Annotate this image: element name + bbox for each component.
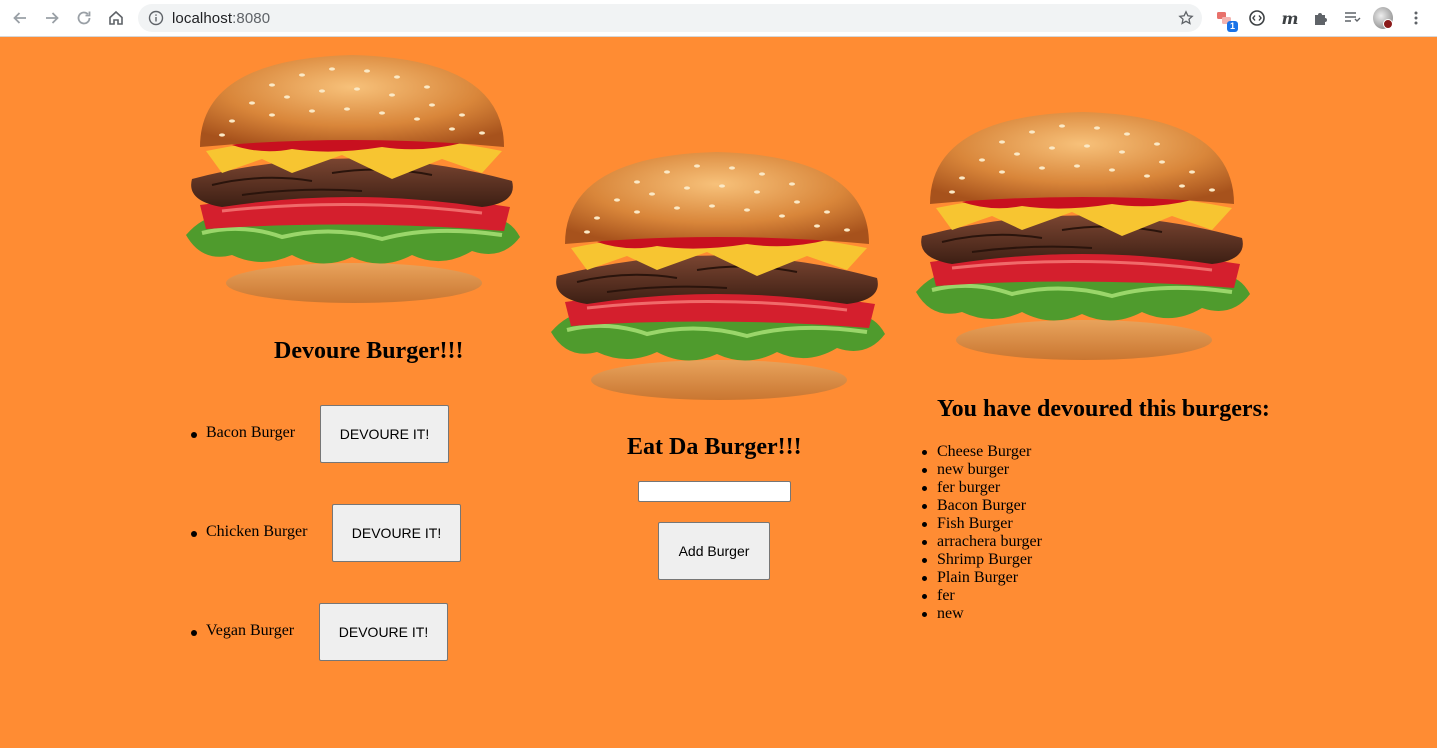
list-item: Shrimp Burger [920, 551, 1042, 569]
m-extension-icon[interactable]: m [1280, 8, 1300, 28]
list-item: arrachera burger [920, 533, 1042, 551]
list-item: fer [920, 587, 1042, 605]
list-bullet [191, 531, 197, 537]
eat-burger-heading: Eat Da Burger!!! [627, 434, 802, 460]
devour-button[interactable]: DEVOURE IT! [332, 504, 461, 562]
bookmark-star-icon[interactable] [1178, 10, 1194, 26]
home-icon[interactable] [104, 6, 128, 30]
list-item: new burger [920, 461, 1042, 479]
list-item: Vegan Burger DEVOURE IT! [182, 603, 482, 661]
back-icon[interactable] [8, 6, 32, 30]
address-bar[interactable]: localhost:8080 [138, 4, 1202, 32]
devour-heading: Devoure Burger!!! [274, 338, 464, 364]
list-bullet [191, 630, 197, 636]
tab-manager-extension-icon[interactable]: 1 [1214, 8, 1238, 32]
extensions-puzzle-icon[interactable] [1310, 8, 1330, 28]
kebab-menu-icon[interactable] [1406, 8, 1426, 28]
forward-icon[interactable] [40, 6, 64, 30]
avatar [1373, 7, 1393, 29]
list-item: fer burger [920, 479, 1042, 497]
burger-image-center [547, 152, 887, 402]
list-item: Fish Burger [920, 515, 1042, 533]
list-item: Cheese Burger [920, 443, 1042, 461]
url-port: :8080 [232, 10, 271, 27]
devoured-heading: You have devoured this burgers: [937, 396, 1270, 422]
reading-list-icon[interactable] [1342, 8, 1362, 28]
devtools-extension-icon[interactable] [1247, 8, 1267, 28]
reload-icon[interactable] [72, 6, 96, 30]
extension-badge: 1 [1226, 21, 1238, 32]
list-item: Bacon Burger DEVOURE IT! [182, 405, 482, 463]
url-host: localhost [172, 10, 233, 27]
burger-name: Bacon Burger [206, 424, 296, 441]
list-item: Bacon Burger [920, 497, 1042, 515]
info-icon[interactable] [148, 10, 164, 26]
burger-name-input[interactable] [638, 481, 791, 502]
url-text: localhost:8080 [172, 10, 270, 27]
list-item: new [920, 605, 1042, 623]
devoured-burger-list: Cheese Burger new burger fer burger Baco… [920, 443, 1042, 623]
list-bullet [191, 432, 197, 438]
m-extension-label: m [1281, 8, 1299, 28]
burger-image-left [182, 55, 522, 305]
list-item: Plain Burger [920, 569, 1042, 587]
profile-avatar[interactable] [1373, 7, 1393, 29]
add-burger-button[interactable]: Add Burger [658, 522, 770, 580]
browser-toolbar: localhost:8080 1 m [0, 0, 1437, 37]
devour-button[interactable]: DEVOURE IT! [320, 405, 449, 463]
devour-button[interactable]: DEVOURE IT! [319, 603, 448, 661]
burger-name: Vegan Burger [206, 622, 295, 639]
burger-name: Chicken Burger [206, 523, 308, 540]
burger-image-right [912, 112, 1252, 362]
list-item: Chicken Burger DEVOURE IT! [182, 504, 482, 562]
